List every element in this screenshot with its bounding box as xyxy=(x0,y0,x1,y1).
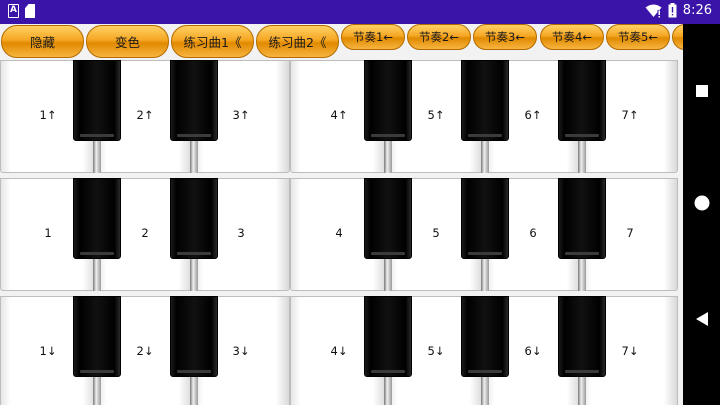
key-label: 5↓ xyxy=(427,343,445,358)
key-label: 6↓ xyxy=(524,343,542,358)
key-label: 7↓ xyxy=(621,343,639,358)
etude-2-button[interactable]: 练习曲2《 xyxy=(256,25,339,58)
key-label: 4↑ xyxy=(330,107,348,122)
key-label: 2↑ xyxy=(136,107,154,122)
black-key-stem xyxy=(578,259,586,291)
piano-app: 隐藏 变色 练习曲1《 练习曲2《 节奏1← 节奏2← 节奏3← 节奏4← 节奏… xyxy=(0,24,683,405)
home-circle-icon xyxy=(694,195,709,211)
black-key[interactable] xyxy=(461,296,509,377)
piano-row: 1 2 3 4 5 6 7 xyxy=(0,178,683,291)
black-key[interactable] xyxy=(364,178,412,259)
key-label: 1↑ xyxy=(39,107,57,122)
black-key[interactable] xyxy=(170,60,218,141)
key-label: 1↓ xyxy=(39,343,57,358)
key-label: 6↑ xyxy=(524,107,542,122)
black-key-stem xyxy=(93,259,101,291)
black-key-stem xyxy=(384,377,392,405)
change-color-button[interactable]: 变色 xyxy=(86,25,169,58)
key-label: 3 xyxy=(237,225,245,240)
status-clock: 8:26 xyxy=(682,3,712,18)
black-key[interactable] xyxy=(558,178,606,259)
rhythm-1-button[interactable]: 节奏1← xyxy=(341,24,405,50)
home-button[interactable] xyxy=(683,195,720,211)
rhythm-2-button[interactable]: 节奏2← xyxy=(407,24,471,50)
black-key-stem xyxy=(578,377,586,405)
key-label: 2 xyxy=(141,225,149,240)
black-key[interactable] xyxy=(461,60,509,141)
hide-button[interactable]: 隐藏 xyxy=(1,25,84,58)
key-label: 7 xyxy=(626,225,634,240)
key-label: 2↓ xyxy=(136,343,154,358)
recents-button[interactable] xyxy=(683,84,720,98)
rhythm-5-button[interactable]: 节奏5← xyxy=(606,24,670,50)
key-label: 3↓ xyxy=(232,343,250,358)
etude-1-button[interactable]: 练习曲1《 xyxy=(171,25,254,58)
black-key[interactable] xyxy=(73,178,121,259)
battery-icon xyxy=(668,3,677,18)
key-label: 4 xyxy=(335,225,343,240)
status-left: A xyxy=(8,4,35,18)
black-key-stem xyxy=(93,141,101,173)
sd-card-icon xyxy=(25,4,35,18)
black-key-stem xyxy=(93,377,101,405)
rhythm-4-button[interactable]: 节奏4← xyxy=(540,24,604,50)
black-key[interactable] xyxy=(364,60,412,141)
piano-row: 1↓ 2↓ 3↓ 4↓ 5↓ 6↓ 7↓ xyxy=(0,296,683,405)
black-key[interactable] xyxy=(73,60,121,141)
status-right: 8:26 xyxy=(645,3,712,18)
black-key[interactable] xyxy=(170,296,218,377)
black-key[interactable] xyxy=(558,296,606,377)
black-key[interactable] xyxy=(73,296,121,377)
black-key-stem xyxy=(190,259,198,291)
black-key-stem xyxy=(384,141,392,173)
black-key-stem xyxy=(481,141,489,173)
key-label: 3↑ xyxy=(232,107,250,122)
key-label: 5↑ xyxy=(427,107,445,122)
key-label: 1 xyxy=(44,225,52,240)
black-key[interactable] xyxy=(364,296,412,377)
key-label: 7↑ xyxy=(621,107,639,122)
key-label: 4↓ xyxy=(330,343,348,358)
navigation-bar xyxy=(683,24,720,405)
wifi-icon xyxy=(645,4,662,17)
black-key-stem xyxy=(190,377,198,405)
key-label: 5 xyxy=(432,225,440,240)
black-key-stem xyxy=(578,141,586,173)
notification-a-icon: A xyxy=(8,4,19,18)
screen: A 8:26 隐藏 变色 练习曲1《 练习曲2《 节奏1← 节奏2← 节奏3← … xyxy=(0,0,720,405)
piano-row: 1↑ 2↑ 3↑ 4↑ 5↑ 6↑ 7↑ xyxy=(0,60,683,173)
black-key[interactable] xyxy=(170,178,218,259)
status-bar: A 8:26 xyxy=(0,0,720,24)
black-key[interactable] xyxy=(558,60,606,141)
black-key-stem xyxy=(384,259,392,291)
rhythm-3-button[interactable]: 节奏3← xyxy=(473,24,537,50)
recents-square-icon xyxy=(695,85,708,97)
black-key-stem xyxy=(481,377,489,405)
black-key-stem xyxy=(190,141,198,173)
black-key[interactable] xyxy=(461,178,509,259)
toolbar: 隐藏 变色 练习曲1《 练习曲2《 节奏1← 节奏2← 节奏3← 节奏4← 节奏… xyxy=(0,24,683,60)
key-label: 6 xyxy=(529,225,537,240)
toolbar-overflow-button[interactable] xyxy=(672,24,683,50)
back-triangle-icon xyxy=(695,312,708,326)
black-key-stem xyxy=(481,259,489,291)
back-button[interactable] xyxy=(683,311,720,327)
